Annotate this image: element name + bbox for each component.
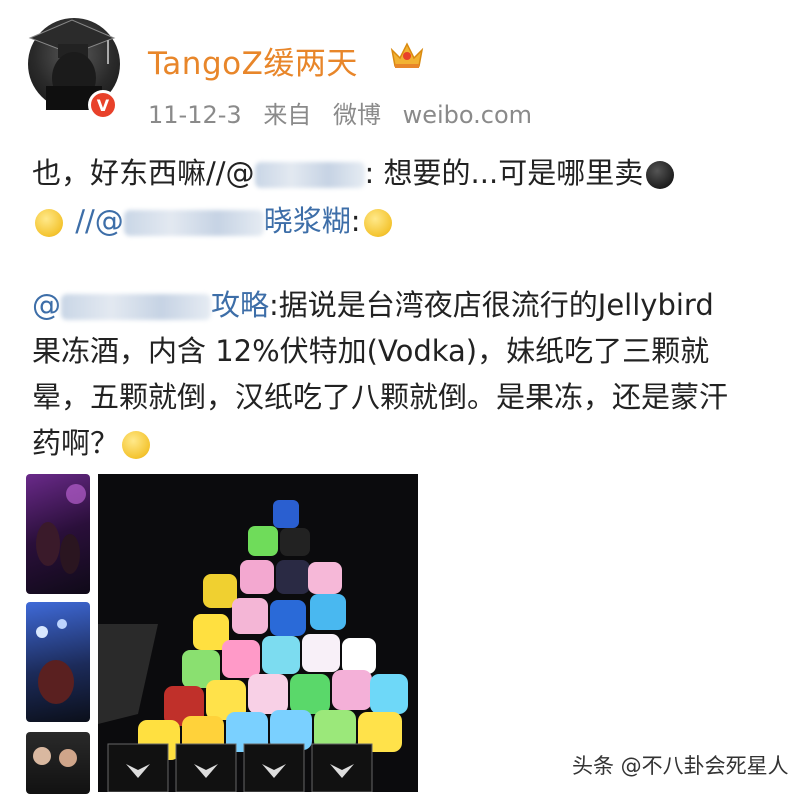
main-image-jelly-pyramid[interactable]	[98, 474, 418, 792]
retweet-line-2: 果冻酒，内含 12%伏特加(Vodka)，妹纸吃了三颗就	[32, 334, 710, 368]
post-text-start: 也，好东西嘛//@	[32, 156, 255, 190]
retweet-at[interactable]: @	[32, 288, 61, 322]
retweet-line-3: 晕，五颗就倒，汉纸吃了八颗就倒。是果冻，还是蒙汗	[32, 380, 729, 414]
verified-badge-label: V	[96, 95, 110, 115]
thumbnail-image-3[interactable]	[26, 732, 90, 794]
mention-name[interactable]: 晓浆糊	[264, 204, 351, 238]
retweet-line-1: @ 攻略:据说是台湾夜店很流行的Jellybird	[32, 282, 792, 328]
club-photo-icon	[36, 619, 74, 704]
source-domain[interactable]: weibo.com	[403, 101, 532, 129]
username[interactable]: TangoZ缓两天	[148, 38, 358, 83]
mention-colon: :	[350, 204, 361, 238]
post-text-line-2: //@ 晓浆糊:	[32, 198, 395, 240]
crown-icon	[390, 42, 424, 68]
shy-face-icon	[35, 209, 63, 237]
blurred-username	[61, 294, 211, 320]
retweet-text-4: 药啊？	[32, 426, 120, 460]
source-prefix: 来自	[263, 101, 312, 129]
retweeted-post[interactable]: @ 攻略:据说是台湾夜店很流行的Jellybird 果冻酒，内含 12%伏特加(V…	[32, 282, 792, 466]
blurred-username	[254, 162, 365, 188]
post-text-quote: : 想要的...可是哪里卖	[364, 156, 644, 190]
club-photo-icon	[33, 747, 77, 767]
club-photo-icon	[36, 484, 86, 574]
watermark: 头条 @不八卦会死星人	[572, 754, 789, 778]
retweet-text-1: :据说是台湾夜店很流行的Jellybird	[269, 288, 714, 322]
thinking-face-icon	[363, 209, 392, 237]
post-meta: 11-12-3 来自 微博 weibo.com	[148, 95, 546, 130]
surprised-face-icon	[122, 431, 151, 459]
jelly-shot-pyramid-icon	[98, 500, 408, 792]
blurred-username	[123, 210, 264, 236]
source-app[interactable]: 微博	[333, 101, 381, 129]
mention-prefix[interactable]: //@	[75, 204, 124, 238]
post-text-line-1: 也，好东西嘛//@ : 想要的...可是哪里卖	[32, 150, 677, 192]
thumbnail-image-1[interactable]	[26, 474, 90, 594]
retweet-line-4: 药啊？	[32, 420, 792, 466]
post-date: 11-12-3	[148, 101, 242, 129]
crying-face-icon	[646, 161, 675, 189]
thumbnail-image-2[interactable]	[26, 602, 90, 722]
retweet-author[interactable]: 攻略	[211, 288, 269, 322]
verified-badge: V	[88, 90, 118, 120]
